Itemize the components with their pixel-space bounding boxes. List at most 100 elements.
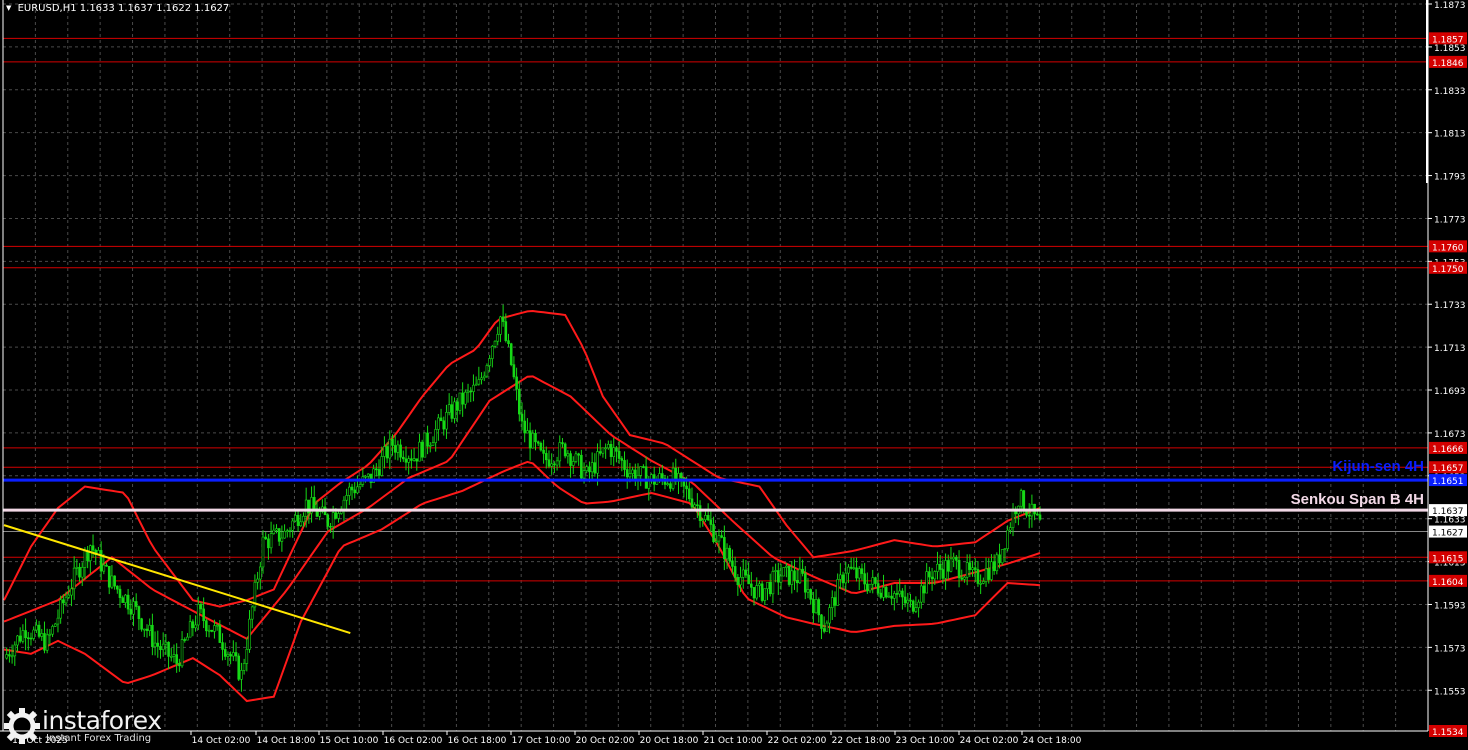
candle-body <box>245 649 249 664</box>
candle-body <box>140 618 143 630</box>
candle-body <box>380 456 384 476</box>
candle-body <box>523 420 526 434</box>
candle-body <box>334 512 338 519</box>
candle-body <box>291 520 294 531</box>
candle-body <box>70 588 73 596</box>
candle-body <box>26 637 30 640</box>
candle-body <box>169 656 173 658</box>
y-tick-label: 1.1813 <box>1434 130 1466 140</box>
candle-body <box>785 565 788 568</box>
candle-body <box>153 642 157 647</box>
candle-body <box>822 628 826 632</box>
candle-body <box>790 570 794 585</box>
candle-body <box>399 444 402 458</box>
candle-body <box>990 561 993 580</box>
candle-body <box>509 343 513 365</box>
candle-body <box>944 560 947 579</box>
candle-body <box>534 432 537 443</box>
candle-body <box>40 633 44 637</box>
candle-body <box>256 578 259 583</box>
candle-body <box>237 655 241 680</box>
candle-body <box>118 588 122 598</box>
candle-body <box>329 525 332 528</box>
candle-body <box>1000 549 1004 564</box>
candle-body <box>21 630 25 642</box>
x-tick-label: 16 Oct 02:00 <box>384 736 443 746</box>
candle-body <box>64 596 68 604</box>
candle-body <box>53 623 57 627</box>
candle-body <box>145 628 149 631</box>
candle-body <box>863 573 866 585</box>
candle-body <box>782 567 785 577</box>
candle-body <box>412 458 416 461</box>
candle-body <box>720 535 723 538</box>
candle-body <box>1036 513 1039 516</box>
y-tick-label: 1.1773 <box>1434 215 1466 225</box>
candle-body <box>760 583 764 601</box>
candle-body <box>879 592 883 598</box>
candle-body <box>10 655 14 658</box>
x-tick-label: 23 Oct 10:00 <box>896 736 955 746</box>
dropdown-triangle-icon[interactable]: ▼ <box>6 4 11 12</box>
x-tick-label: 20 Oct 18:00 <box>640 736 699 746</box>
candle-body <box>922 585 926 594</box>
candle-body <box>296 514 300 526</box>
candle-body <box>312 497 316 509</box>
candle-body <box>817 599 821 616</box>
candle-body <box>911 600 915 612</box>
candle-body <box>569 453 572 466</box>
candle-body <box>968 562 972 570</box>
candle-body <box>574 453 578 462</box>
candle-body <box>771 571 775 595</box>
kijun-sen-name: Kijun-sen 4H <box>1332 458 1424 475</box>
x-tick-label: 15 Oct 10:00 <box>320 736 379 746</box>
candle-body <box>868 583 872 592</box>
x-tick-label: 21 Oct 10:00 <box>704 736 763 746</box>
candle-body <box>895 593 899 595</box>
candle-body <box>623 460 626 470</box>
candle-body <box>326 514 330 527</box>
candle-body <box>976 569 980 584</box>
candle-body <box>48 633 52 636</box>
candle-body <box>188 621 192 638</box>
logo-name: instaforex <box>42 706 162 735</box>
candle-body <box>428 445 432 447</box>
candle-body <box>809 589 812 600</box>
candle-body <box>871 577 875 585</box>
candle-body <box>914 607 918 612</box>
candle-body <box>461 392 464 405</box>
candle-body <box>116 585 119 590</box>
candle-body <box>717 535 721 542</box>
candle-body <box>925 571 928 594</box>
x-tick-label: 14 Oct 18:00 <box>257 736 316 746</box>
candle-body <box>99 550 103 572</box>
candle-body <box>582 470 586 479</box>
candle-body <box>455 401 459 411</box>
candle-body <box>642 466 645 468</box>
candle-body <box>51 626 54 635</box>
price-chart[interactable]: Senkou Span B 4H Kijun-sen 4H 1.1873 1.185… <box>0 0 1468 750</box>
candle-body <box>269 533 273 549</box>
candle-body <box>113 575 116 587</box>
candle-body <box>186 636 189 641</box>
y-tick-label: 1.1713 <box>1434 344 1466 354</box>
candle-body <box>191 621 195 629</box>
candle-body <box>750 583 753 588</box>
candle-body <box>5 654 8 659</box>
candle-body <box>617 451 621 459</box>
candle-body <box>995 554 999 572</box>
candle-body <box>477 379 481 385</box>
candle-body <box>196 604 200 626</box>
y-tick-label: 1.1593 <box>1434 601 1466 611</box>
y-tick-label: 1.1693 <box>1434 387 1466 397</box>
candle-body <box>777 570 780 583</box>
candle-body <box>164 641 168 645</box>
candle-body <box>795 580 799 584</box>
candle-body <box>898 590 902 595</box>
candle-body <box>952 556 955 560</box>
candle-body <box>849 566 853 569</box>
candle-body <box>733 566 737 578</box>
candle-body <box>226 654 230 657</box>
candle-body <box>80 567 84 578</box>
candle-body <box>803 573 807 593</box>
